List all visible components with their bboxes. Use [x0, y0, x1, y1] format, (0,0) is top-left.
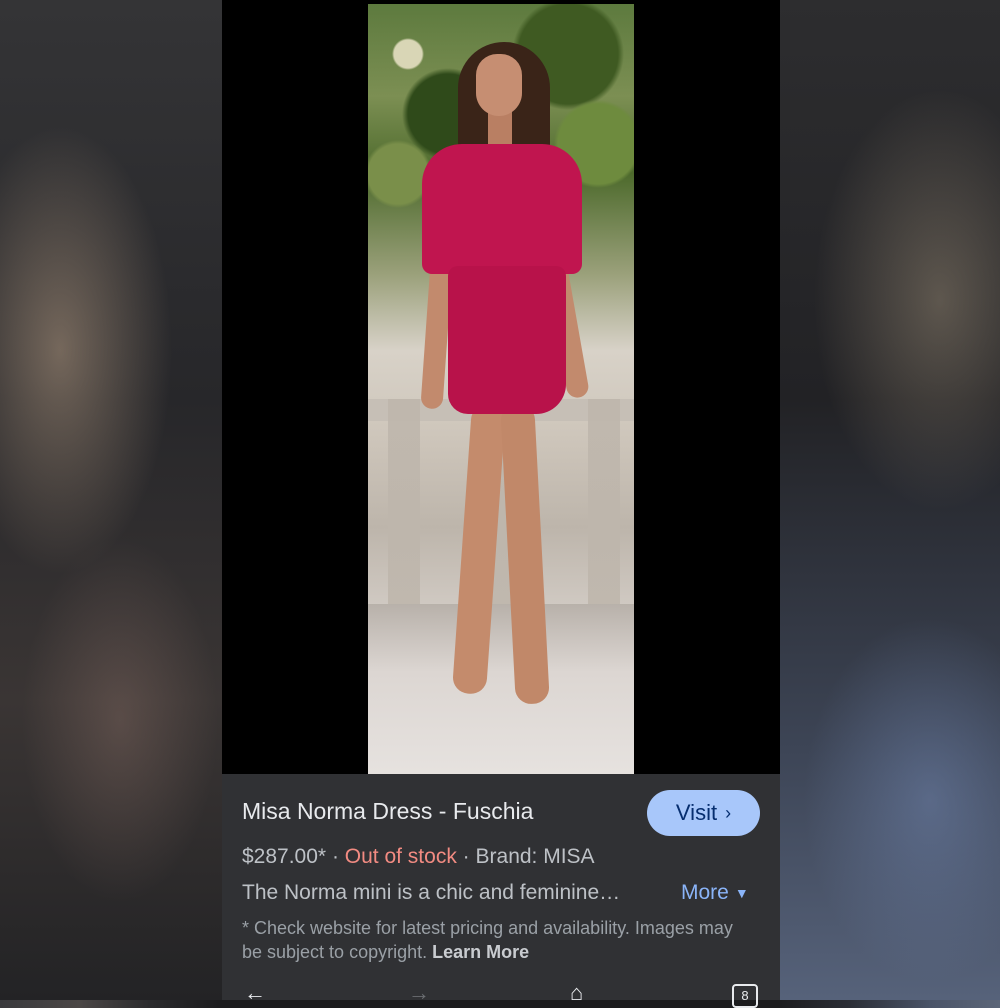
separator: ·	[462, 845, 470, 868]
visit-button[interactable]: Visit ›	[647, 790, 760, 836]
visit-label: Visit	[675, 800, 718, 825]
product-title: Misa Norma Dress - Fuschia	[242, 798, 534, 824]
product-description: The Norma mini is a chic and feminine…	[242, 881, 621, 904]
background-blur-right	[780, 0, 1000, 1000]
more-label: More	[681, 881, 729, 904]
image-model	[368, 4, 634, 774]
price-line: $287.00* · Out of stock · Brand: MISA	[242, 845, 595, 869]
background-blur-left	[0, 0, 222, 1000]
browser-navbar: ← → ⌂ 8	[222, 978, 780, 1008]
home-icon[interactable]: ⌂	[570, 982, 583, 1004]
forward-arrow-icon[interactable]: →	[408, 982, 430, 1004]
price: $287.00*	[242, 845, 327, 868]
separator: ·	[331, 845, 339, 868]
tabs-count-icon[interactable]: 8	[732, 984, 758, 1008]
brand: Brand: MISA	[475, 845, 595, 868]
chevron-right-icon: ›	[725, 802, 732, 823]
product-info-panel: Misa Norma Dress - Fuschia Visit › $287.…	[222, 774, 780, 1008]
chevron-down-icon: ▼	[734, 885, 749, 901]
product-image[interactable]	[368, 4, 634, 774]
disclaimer: * Check website for latest pricing and a…	[242, 916, 752, 964]
stock-status: Out of stock	[344, 845, 457, 868]
back-arrow-icon[interactable]: ←	[244, 982, 266, 1004]
phone-screen: Misa Norma Dress - Fuschia Visit › $287.…	[222, 0, 780, 1008]
more-button[interactable]: More ▼	[681, 881, 749, 905]
learn-more-link[interactable]: Learn More	[432, 942, 529, 962]
